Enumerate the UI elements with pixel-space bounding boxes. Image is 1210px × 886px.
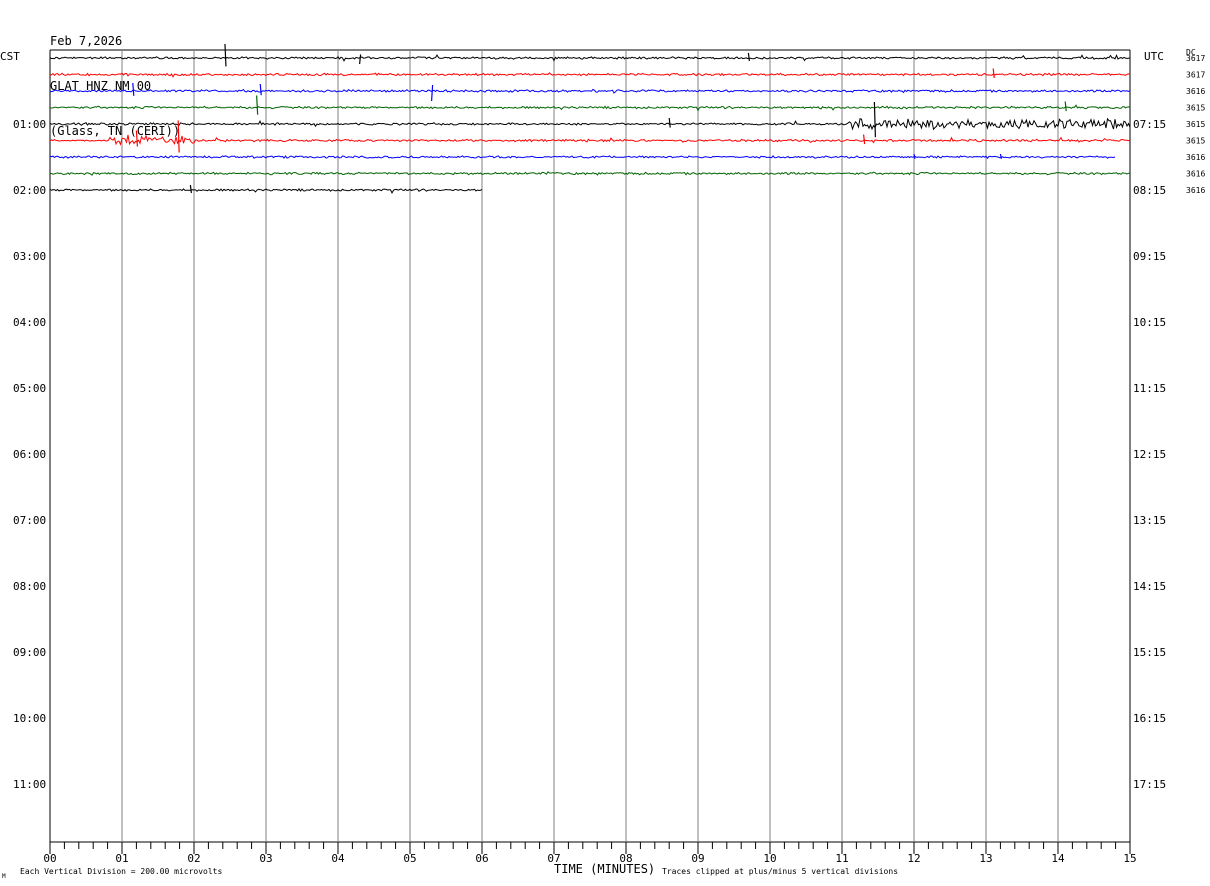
left-hour-label: 08:00: [13, 580, 46, 593]
right-hour-label: 10:15: [1133, 316, 1166, 329]
trace-event-spike: [359, 54, 362, 65]
trace-red-line: [49, 134, 1131, 146]
left-hour-label: 04:00: [13, 316, 46, 329]
right-hour-label: 12:15: [1133, 448, 1166, 461]
trace-event-spike: [863, 134, 866, 145]
trace-event-spike: [747, 52, 750, 62]
dc-value-label: 3616: [1186, 87, 1205, 96]
logo-glyph: M: [2, 873, 6, 880]
x-tick-label: 14: [1051, 852, 1065, 865]
dc-value-label: 3616: [1186, 170, 1205, 179]
left-hour-label: 03:00: [13, 250, 46, 263]
right-hour-label: 14:15: [1133, 580, 1166, 593]
left-hour-label: 10:00: [13, 712, 46, 725]
vertical-division-note: Each Vertical Division = 200.00 microvol…: [20, 867, 223, 876]
x-axis-title: TIME (MINUTES): [554, 862, 656, 876]
right-hour-label: 17:15: [1133, 778, 1166, 791]
trace-green-line: [50, 171, 1131, 176]
seismogram-plot: 00 01 02 03 04 05 06 07 08 09 10 11 12 13 14 1501:0002:…: [2, 43, 1205, 880]
trace-black-line: [49, 54, 1131, 62]
right-hour-label: 07:15: [1133, 118, 1166, 131]
left-hour-label: 01:00: [13, 118, 46, 131]
x-tick-label: 00: [43, 852, 56, 865]
right-hour-label: 11:15: [1133, 382, 1166, 395]
x-tick-label: 01: [115, 852, 128, 865]
dc-value-label: 3615: [1186, 104, 1205, 113]
trace-blue-line: [49, 155, 1116, 160]
trace-event-spike: [668, 117, 671, 128]
trace-event-spike: [132, 82, 135, 96]
trace-black-line: [49, 117, 1131, 131]
right-hour-label: 13:15: [1133, 514, 1166, 527]
dc-value-label: 3616: [1186, 186, 1205, 195]
left-hour-label: 05:00: [13, 382, 46, 395]
trace-blue-line: [50, 88, 1131, 94]
dc-value-label: 3617: [1186, 54, 1205, 63]
clipping-note: Traces clipped at plus/minus 5 vertical …: [662, 867, 899, 876]
right-hour-label: 09:15: [1133, 250, 1166, 263]
x-tick-label: 04: [331, 852, 345, 865]
trace-event-spike: [1064, 101, 1067, 112]
x-tick-label: 03: [259, 852, 272, 865]
dc-value-label: 3616: [1186, 153, 1205, 162]
right-hour-label: 15:15: [1133, 646, 1166, 659]
dc-value-label: 3617: [1186, 71, 1205, 80]
trace-event-spike: [431, 84, 434, 102]
left-hour-label: 06:00: [13, 448, 46, 461]
trace-event-spike: [992, 68, 995, 79]
x-tick-label: 13: [979, 852, 992, 865]
x-tick-label: 02: [187, 852, 200, 865]
left-hour-label: 07:00: [13, 514, 46, 527]
trace-event-spike: [135, 130, 138, 147]
x-tick-label: 05: [403, 852, 416, 865]
dc-value-label: 3615: [1186, 137, 1205, 146]
x-tick-label: 12: [907, 852, 920, 865]
right-hour-label: 08:15: [1133, 184, 1166, 197]
trace-event-spike: [259, 83, 262, 96]
trace-event-spike: [224, 43, 227, 67]
trace-green-line: [50, 104, 1131, 112]
right-hour-label: 16:15: [1133, 712, 1166, 725]
x-tick-label: 09: [691, 852, 704, 865]
x-tick-label: 10: [763, 852, 776, 865]
trace-red-line: [49, 72, 1131, 78]
x-tick-label: 15: [1123, 852, 1136, 865]
trace-event-spike: [256, 95, 259, 115]
trace-event-spike: [189, 184, 192, 194]
left-hour-label: 11:00: [13, 778, 46, 791]
x-tick-label: 11: [835, 852, 848, 865]
x-tick-label: 06: [475, 852, 488, 865]
left-hour-label: 02:00: [13, 184, 46, 197]
dc-value-label: 3615: [1186, 120, 1205, 129]
left-hour-label: 09:00: [13, 646, 46, 659]
